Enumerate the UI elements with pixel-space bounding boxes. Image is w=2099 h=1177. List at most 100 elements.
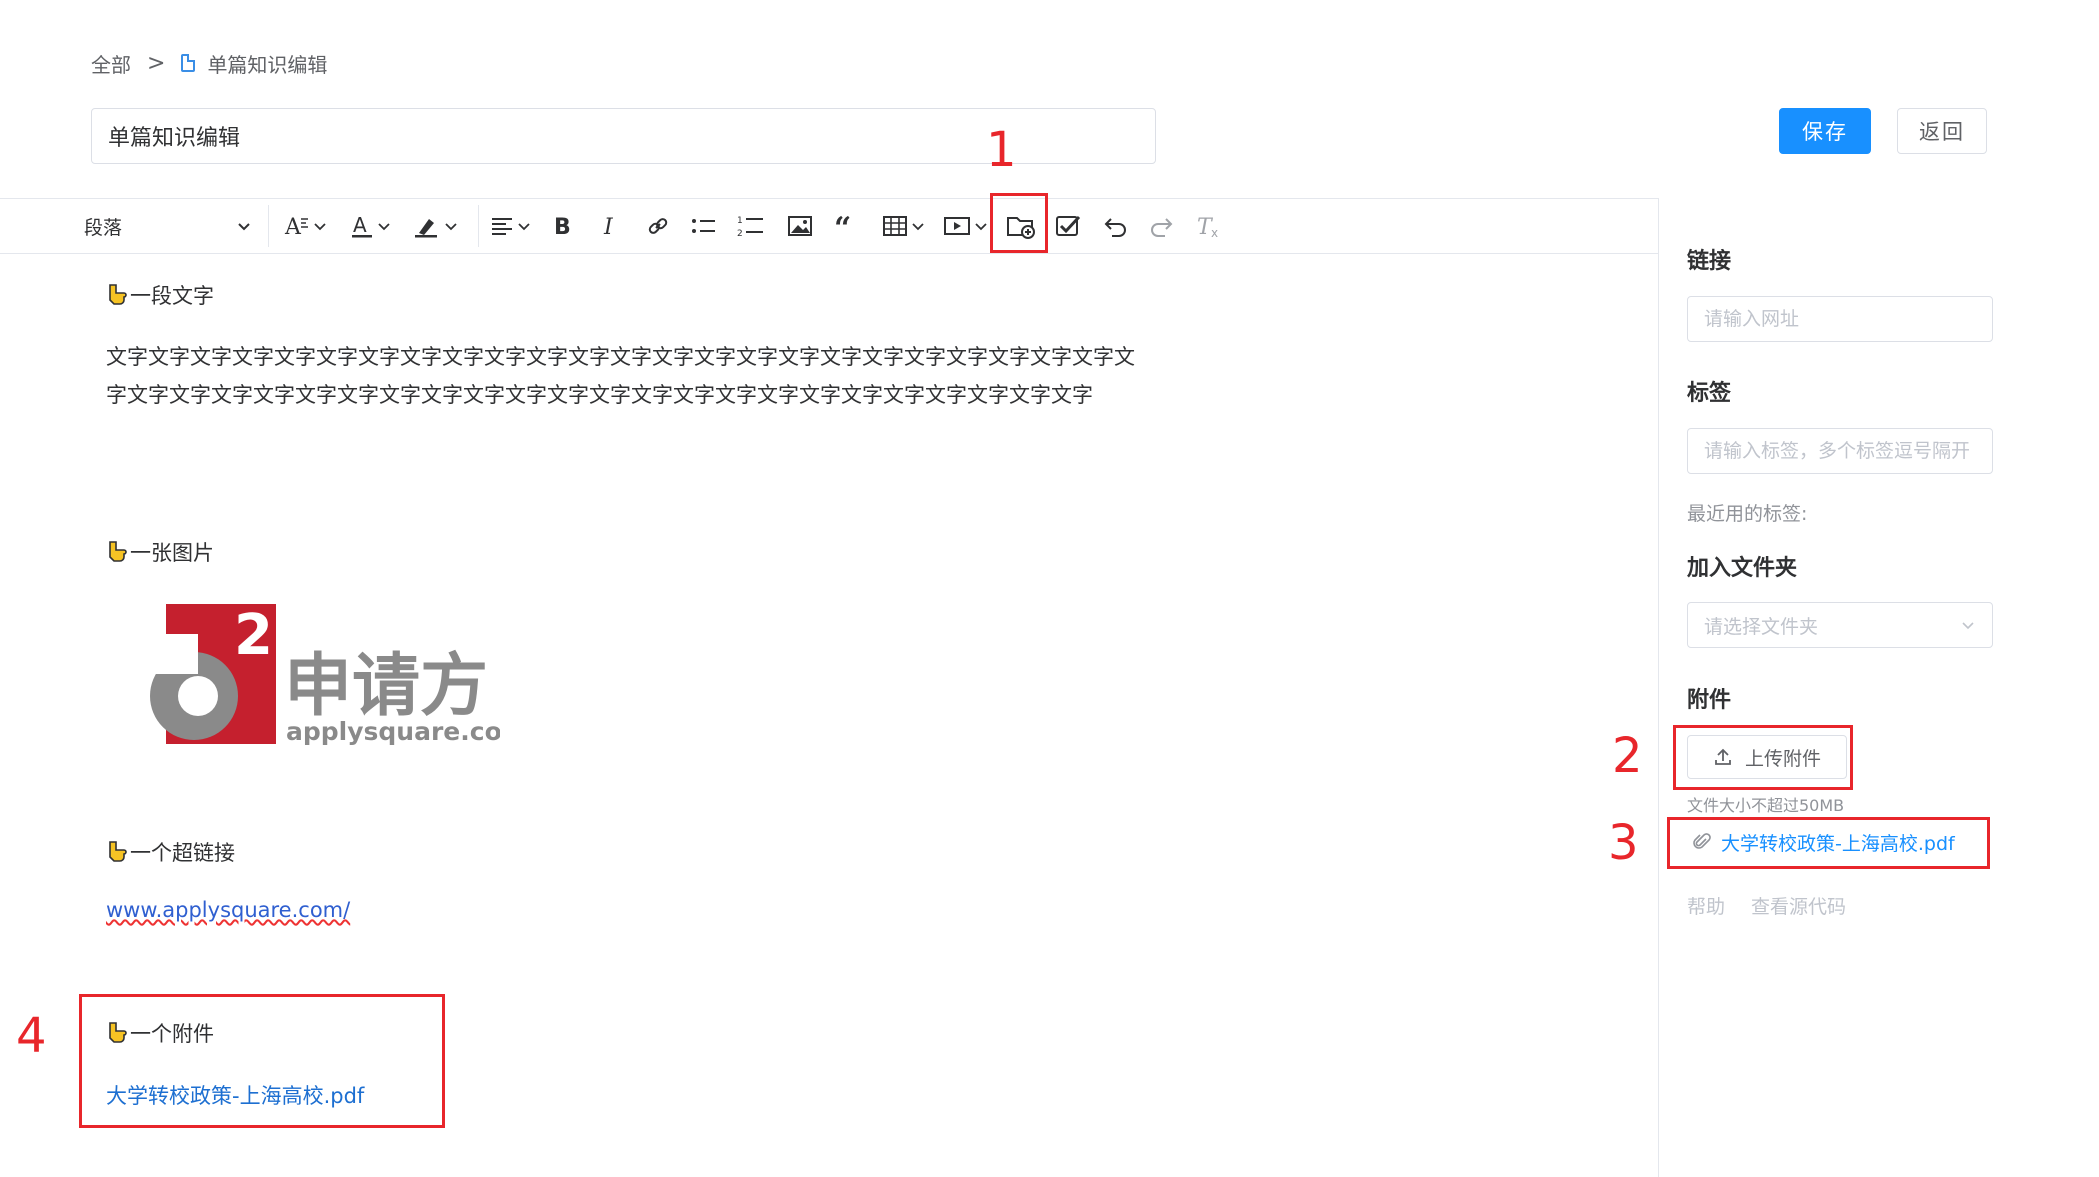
annotation-number-4: 4 [16, 1008, 47, 1064]
undo-icon [1104, 218, 1126, 237]
annotation-box-1 [990, 193, 1048, 253]
italic-button[interactable]: I [596, 207, 626, 245]
numbered-list-icon: 12 [737, 216, 763, 239]
image-icon [788, 216, 812, 236]
todo-icon [1056, 215, 1081, 236]
align-button[interactable] [486, 207, 534, 245]
chevron-down-icon [313, 223, 326, 231]
bullet-list-icon [692, 219, 715, 233]
sidebar-divider [1658, 198, 1659, 1177]
folder-select[interactable]: 请选择文件夹 [1687, 602, 1993, 648]
font-color-icon: A [351, 213, 372, 238]
svg-text:I: I [603, 215, 614, 239]
content-heading-text: 一段文字 [106, 280, 214, 310]
attachments-label: 附件 [1687, 688, 1732, 713]
svg-text:A: A [284, 215, 302, 239]
clear-format-button[interactable]: Tx [1192, 207, 1226, 245]
logo-mask [178, 676, 218, 716]
logo-brand-cn: 申请方 [284, 647, 488, 726]
svg-text:B: B [554, 215, 571, 239]
applysquare-logo: 2 申请方 applysquare.com [136, 603, 528, 748]
block-format-select[interactable]: 段落 [84, 209, 252, 243]
toolbar-divider [478, 205, 479, 247]
breadcrumb-current: 单篇知识编辑 [207, 52, 328, 77]
clear-format-icon: Tx [1197, 215, 1218, 239]
block-format-value: 段落 [84, 216, 123, 239]
heading-text: 一段文字 [130, 284, 214, 308]
svg-text:2: 2 [737, 229, 743, 239]
quote-button[interactable]: “ [830, 207, 864, 245]
annotation-box-3 [1667, 817, 1990, 869]
font-size-button[interactable]: A [280, 207, 330, 245]
svg-text:A: A [353, 213, 367, 237]
svg-text:x: x [1211, 226, 1218, 239]
tags-input[interactable] [1687, 428, 1993, 474]
breadcrumb: 全部 > 单篇知识编辑 [91, 48, 327, 78]
redo-button[interactable] [1145, 207, 1179, 245]
annotation-number-1: 1 [986, 122, 1017, 178]
numbered-list-button[interactable]: 12 [734, 207, 768, 245]
link-label: 链接 [1687, 249, 1732, 274]
help-link[interactable]: 帮助 [1687, 892, 1725, 919]
link-input[interactable] [1687, 296, 1993, 342]
media-icon [943, 217, 970, 235]
chevron-down-icon [1962, 622, 1974, 630]
svg-text:“: “ [834, 214, 851, 238]
back-button[interactable]: 返回 [1897, 108, 1987, 154]
table-icon [882, 216, 907, 236]
todo-button[interactable] [1051, 207, 1085, 245]
link-icon [648, 218, 668, 234]
media-button[interactable] [940, 207, 990, 245]
pointing-hand-icon [109, 541, 127, 562]
content-heading-image: 一张图片 [106, 537, 214, 567]
font-size-icon: A [284, 215, 308, 239]
undo-button[interactable] [1098, 207, 1132, 245]
recent-tags-label: 最近用的标签: [1687, 503, 1808, 525]
view-source-link[interactable]: 查看源代码 [1751, 892, 1846, 919]
toolbar-divider [268, 205, 269, 247]
highlight-button[interactable] [405, 207, 465, 245]
annotation-box-4 [79, 994, 445, 1128]
pointing-hand-icon [109, 284, 127, 305]
breadcrumb-root[interactable]: 全部 [91, 49, 131, 78]
annotation-box-2 [1673, 725, 1853, 790]
content-heading-link: 一个超链接 [106, 837, 235, 867]
breadcrumb-separator: > [147, 50, 166, 76]
redo-icon [1151, 218, 1173, 237]
bold-button[interactable]: B [548, 207, 578, 245]
annotation-number-2: 2 [1612, 728, 1643, 784]
folder-select-placeholder: 请选择文件夹 [1704, 615, 1819, 638]
upload-tip: 文件大小不超过50MB [1687, 796, 1845, 815]
align-icon [491, 218, 512, 235]
highlight-icon [414, 219, 437, 238]
chevron-down-icon [974, 223, 987, 231]
annotation-number-3: 3 [1608, 815, 1639, 871]
quote-icon: “ [834, 214, 851, 238]
editor-toolbar: 段落 A A B I 12 “ T x [0, 198, 1658, 254]
heading-text: 一张图片 [130, 541, 214, 565]
logo-graphic: 2 申请方 applysquare.com [136, 603, 528, 746]
tags-label: 标签 [1687, 381, 1732, 406]
link-button[interactable] [642, 207, 674, 245]
chevron-down-icon [911, 223, 924, 231]
heading-text: 一个超链接 [130, 841, 235, 865]
chevron-down-icon [444, 223, 457, 231]
chevron-down-icon [377, 223, 390, 231]
italic-icon: I [603, 215, 614, 239]
bold-icon: B [554, 215, 571, 239]
document-icon [181, 54, 196, 72]
font-color-button[interactable]: A [345, 207, 395, 245]
svg-text:1: 1 [737, 216, 743, 226]
logo-sup: 2 [234, 604, 273, 668]
chevron-down-icon [517, 223, 530, 231]
bullet-list-button[interactable] [688, 207, 720, 245]
table-button[interactable] [878, 207, 928, 245]
content-hyperlink[interactable]: www.applysquare.com/ [106, 898, 350, 922]
logo-brand-url: applysquare.com [286, 717, 500, 746]
logo-mask [136, 634, 198, 674]
chevron-down-icon [238, 223, 250, 231]
sidebar-footer-links: 帮助 查看源代码 [1687, 892, 1872, 919]
save-button[interactable]: 保存 [1779, 108, 1871, 154]
folder-label: 加入文件夹 [1687, 556, 1798, 581]
image-button[interactable] [783, 207, 817, 245]
